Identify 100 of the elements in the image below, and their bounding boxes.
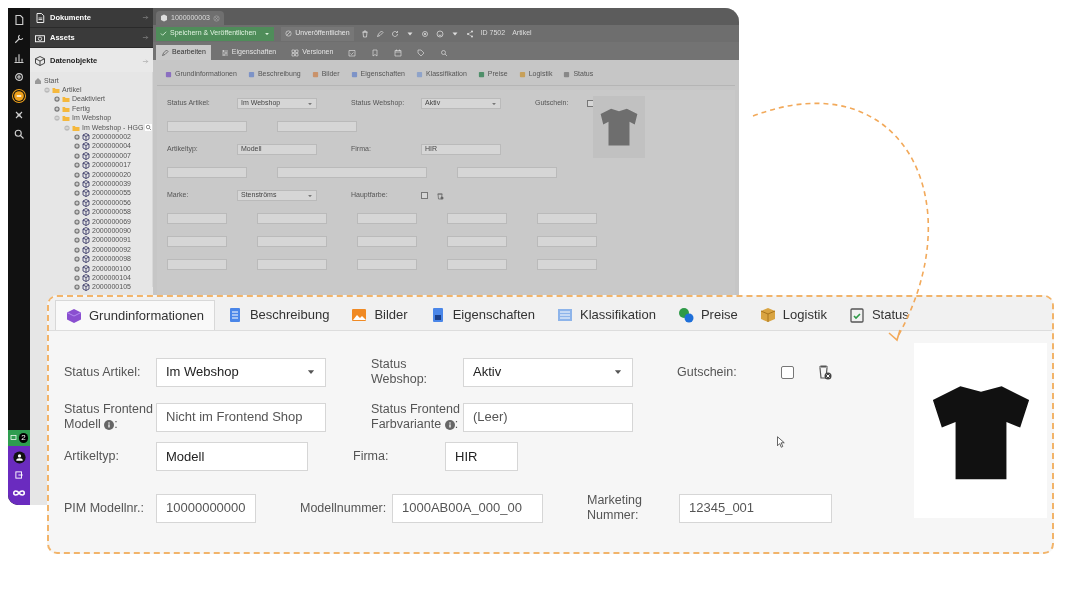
tab-label: Klassifikation	[580, 306, 656, 325]
field-label: Modellnummer:	[300, 500, 388, 516]
input-field[interactable]	[537, 213, 597, 224]
tab-label: Logistik	[782, 306, 827, 325]
checkbox[interactable]	[781, 365, 794, 379]
share-icon[interactable]	[465, 29, 474, 38]
wrench-icon[interactable]	[13, 33, 25, 45]
field-label: Firma:	[353, 449, 390, 464]
input-field[interactable]	[277, 167, 427, 178]
input-field[interactable]	[447, 213, 507, 224]
expand-toggle-icon[interactable]	[74, 256, 80, 263]
grid-icon	[291, 48, 300, 57]
section-tab[interactable]: Eigenschaften	[419, 300, 546, 330]
network-icon[interactable]	[13, 109, 25, 121]
section-tab[interactable]: Bilder	[341, 300, 418, 330]
user-avatar-icon[interactable]	[12, 451, 26, 464]
checkbox[interactable]	[421, 192, 428, 199]
input-field[interactable]: 10000000000	[156, 493, 256, 523]
info-icon[interactable]	[444, 419, 455, 430]
input-field[interactable]	[357, 213, 417, 224]
expand-toggle-icon[interactable]	[74, 227, 80, 234]
expand-toggle-icon[interactable]	[54, 96, 60, 103]
input-field[interactable]: 12345_001	[679, 493, 832, 523]
input-field[interactable]	[167, 213, 227, 224]
bookmark-icon	[371, 48, 380, 57]
collapse-toggle-icon[interactable]	[64, 124, 70, 131]
input-field[interactable]	[167, 167, 247, 178]
arrow-icon	[142, 57, 149, 65]
expand-toggle-icon[interactable]	[74, 274, 80, 281]
input-field[interactable]	[257, 236, 327, 247]
expand-toggle-icon[interactable]	[54, 105, 60, 112]
smiley-icon[interactable]	[435, 29, 444, 38]
info-icon[interactable]	[104, 419, 115, 430]
collapse-toggle-icon[interactable]	[54, 115, 60, 122]
caret-icon	[307, 192, 313, 199]
expand-toggle-icon[interactable]	[74, 209, 80, 216]
settings-icon[interactable]	[13, 71, 25, 83]
section-tab[interactable]: Grundinformationen	[55, 300, 215, 330]
expand-toggle-icon[interactable]	[74, 199, 80, 206]
notification-count: 2	[19, 433, 28, 443]
input-field[interactable]	[257, 259, 327, 270]
section-tab[interactable]: Klassifikation	[547, 300, 666, 330]
tab-label: Preise	[700, 306, 738, 325]
input-field[interactable]	[167, 259, 227, 270]
section-tab[interactable]: Status	[838, 300, 919, 330]
input-field[interactable]: Nicht im Frontend Shop	[156, 402, 326, 432]
expand-toggle-icon[interactable]	[74, 218, 80, 225]
input-field[interactable]	[357, 259, 417, 270]
input-field[interactable]	[167, 121, 247, 132]
expand-toggle-icon[interactable]	[74, 134, 80, 141]
input-field[interactable]	[277, 121, 357, 132]
expand-toggle-icon[interactable]	[74, 237, 80, 244]
expand-toggle-icon[interactable]	[74, 246, 80, 253]
bar-chart-icon[interactable]	[13, 52, 25, 64]
logout-icon[interactable]	[14, 470, 24, 480]
checkbox[interactable]	[587, 100, 594, 107]
tab-label: Beschreibung	[249, 306, 330, 325]
clipboard-check-icon	[848, 307, 865, 323]
target-icon[interactable]	[420, 29, 429, 38]
expand-toggle-icon[interactable]	[74, 152, 80, 159]
input-field[interactable]	[537, 259, 597, 270]
pencil-icon	[161, 48, 169, 57]
expand-toggle-icon[interactable]	[74, 162, 80, 169]
input-field[interactable]: HIR	[445, 442, 518, 471]
badge-icon[interactable]	[13, 90, 25, 102]
input-field[interactable]	[357, 236, 417, 247]
refresh-icon[interactable]	[390, 29, 399, 38]
input-field[interactable]: 1000AB00A_000_00	[392, 493, 543, 523]
select-field[interactable]: Im Webshop	[156, 357, 326, 387]
input-field[interactable]	[447, 259, 507, 270]
collapse-toggle-icon[interactable]	[44, 87, 50, 94]
arrow-icon	[142, 14, 149, 21]
mouse-cursor-icon	[776, 435, 788, 449]
expand-toggle-icon[interactable]	[74, 190, 80, 197]
expand-toggle-icon[interactable]	[74, 171, 80, 178]
expand-toggle-icon[interactable]	[74, 143, 80, 150]
input-field[interactable]	[447, 236, 507, 247]
input-field[interactable]: (Leer)	[463, 402, 633, 432]
section-tab[interactable]: Preise	[667, 300, 748, 330]
notification-button[interactable]: 2	[8, 430, 30, 446]
calendar-icon	[394, 48, 403, 57]
tab-label: Status	[871, 306, 909, 325]
input-field[interactable]	[167, 236, 227, 247]
expand-toggle-icon[interactable]	[74, 265, 80, 272]
field-label: Marketing Nummer:	[587, 493, 643, 523]
input-field[interactable]	[257, 213, 327, 224]
field-label: Status Frontend Modell :	[64, 402, 154, 432]
input-field[interactable]	[537, 236, 597, 247]
section-tab[interactable]: Logistik	[749, 300, 837, 330]
search-icon[interactable]	[13, 128, 25, 140]
pencil-icon[interactable]	[375, 29, 384, 38]
check-icon	[160, 30, 167, 37]
expand-toggle-icon[interactable]	[74, 284, 80, 291]
input-field[interactable]	[457, 167, 557, 178]
select-field[interactable]: Aktiv	[463, 357, 633, 387]
tab-label: Eigenschaften	[452, 306, 536, 325]
section-tab[interactable]: Beschreibung	[216, 300, 340, 330]
input-field[interactable]: Modell	[156, 442, 308, 471]
trash-icon[interactable]	[816, 364, 832, 380]
expand-toggle-icon[interactable]	[74, 181, 80, 187]
